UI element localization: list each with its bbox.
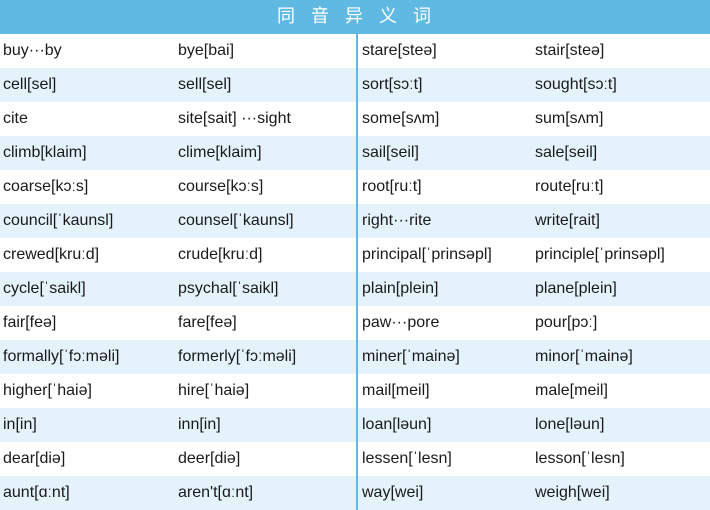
table-row: in[in] inn[in] loan[ləun] lone[ləun] bbox=[0, 408, 710, 442]
table-cell: formerly[ˈfɔːməli] bbox=[178, 348, 297, 365]
table-row: climb[klaim] clime[klaim] sail[seil] sale[s… bbox=[0, 136, 710, 170]
column-divider bbox=[356, 34, 358, 510]
table-cell: way[wei] bbox=[362, 484, 424, 501]
table-cell: cycle[ˈsaikl] bbox=[3, 280, 86, 297]
homophone-table: buy···by bye[bai] stare[steə] stair[steə] ce… bbox=[0, 34, 710, 510]
table-cell: plain[plein] bbox=[362, 280, 439, 297]
table-cell: mail[meil] bbox=[362, 382, 430, 399]
table-cell: in[in] bbox=[3, 416, 37, 433]
table-row: cite site[sait] ···sight some[sʌm] sum[sʌm] bbox=[0, 102, 710, 136]
table-cell: lone[ləun] bbox=[535, 416, 605, 433]
table-cell: loan[ləun] bbox=[362, 416, 432, 433]
table-cell: stare[steə] bbox=[362, 42, 437, 59]
table-row: council[ˈkaunsl] counsel[ˈkaunsl] right···… bbox=[0, 204, 710, 238]
table-cell: write[rait] bbox=[535, 212, 600, 229]
table-row: dear[diə] deer[diə] lessen[ˈlesn] lesson[ˈl… bbox=[0, 442, 710, 476]
table-row: formally[ˈfɔːməli] formerly[ˈfɔːməli] mine… bbox=[0, 340, 710, 374]
table-cell: aunt[ɑːnt] bbox=[3, 484, 70, 501]
table-cell: clime[klaim] bbox=[178, 144, 262, 161]
table-row: buy···by bye[bai] stare[steə] stair[steə] bbox=[0, 34, 710, 68]
table-cell: route[ruːt] bbox=[535, 178, 604, 195]
table-row: cell[sel] sell[sel] sort[sɔːt] sought[sɔːt] bbox=[0, 68, 710, 102]
table-cell: inn[in] bbox=[178, 416, 221, 433]
table-cell: aren't[ɑːnt] bbox=[178, 484, 254, 501]
table-cell: sail[seil] bbox=[362, 144, 419, 161]
table-cell: crewed[kruːd] bbox=[3, 246, 100, 263]
table-cell: principle[ˈprinsəpl] bbox=[535, 246, 665, 263]
table-cell: minor[ˈmainə] bbox=[535, 348, 633, 365]
table-cell: psychal[ˈsaikl] bbox=[178, 280, 279, 297]
table-cell: climb[klaim] bbox=[3, 144, 87, 161]
table-cell: plane[plein] bbox=[535, 280, 617, 297]
table-title: 同音异义词 bbox=[0, 0, 710, 34]
table-cell: miner[ˈmainə] bbox=[362, 348, 460, 365]
table-cell: weigh[wei] bbox=[535, 484, 610, 501]
table-cell: fare[feə] bbox=[178, 314, 237, 331]
table-cell: higher[ˈhaiə] bbox=[3, 382, 92, 399]
table-cell: site[sait] ···sight bbox=[178, 110, 291, 127]
table-cell: some[sʌm] bbox=[362, 110, 440, 127]
table-cell: lessen[ˈlesn] bbox=[362, 450, 452, 467]
table-cell: lesson[ˈlesn] bbox=[535, 450, 625, 467]
table-cell: sought[sɔːt] bbox=[535, 76, 617, 93]
table-row: coarse[kɔːs] course[kɔːs] root[ruːt] route[… bbox=[0, 170, 710, 204]
table-cell: course[kɔːs] bbox=[178, 178, 264, 195]
table-row: aunt[ɑːnt] aren't[ɑːnt] way[wei] weigh[wei] bbox=[0, 476, 710, 510]
table-cell: dear[diə] bbox=[3, 450, 66, 467]
table-cell: sale[seil] bbox=[535, 144, 598, 161]
table-cell: principal[ˈprinsəpl] bbox=[362, 246, 492, 263]
table-cell: cell[sel] bbox=[3, 76, 57, 93]
table-cell: crude[kruːd] bbox=[178, 246, 263, 263]
table-cell: coarse[kɔːs] bbox=[3, 178, 89, 195]
table-row: cycle[ˈsaikl] psychal[ˈsaikl] plain[plein]… bbox=[0, 272, 710, 306]
table-cell: hire[ˈhaiə] bbox=[178, 382, 250, 399]
table-cell: counsel[ˈkaunsl] bbox=[178, 212, 294, 229]
table-cell: sum[sʌm] bbox=[535, 110, 604, 127]
table-cell: cite bbox=[3, 110, 28, 127]
table-cell: council[ˈkaunsl] bbox=[3, 212, 114, 229]
table-row: fair[feə] fare[feə] paw···pore pour[pɔː] bbox=[0, 306, 710, 340]
table-cell: deer[diə] bbox=[178, 450, 241, 467]
table-row: crewed[kruːd] crude[kruːd] principal[ˈprin… bbox=[0, 238, 710, 272]
table-cell: bye[bai] bbox=[178, 42, 235, 59]
table-cell: buy···by bbox=[3, 42, 62, 59]
table-cell: sort[sɔːt] bbox=[362, 76, 423, 93]
table-cell: paw···pore bbox=[362, 314, 440, 331]
table-cell: pour[pɔː] bbox=[535, 314, 598, 331]
table-cell: root[ruːt] bbox=[362, 178, 422, 195]
table-cell: formally[ˈfɔːməli] bbox=[3, 348, 120, 365]
table-cell: right···rite bbox=[362, 212, 432, 229]
table-cell: fair[feə] bbox=[3, 314, 57, 331]
table-cell: sell[sel] bbox=[178, 76, 232, 93]
table-row: higher[ˈhaiə] hire[ˈhaiə] mail[meil] male[m… bbox=[0, 374, 710, 408]
table-cell: stair[steə] bbox=[535, 42, 605, 59]
table-cell: male[meil] bbox=[535, 382, 608, 399]
